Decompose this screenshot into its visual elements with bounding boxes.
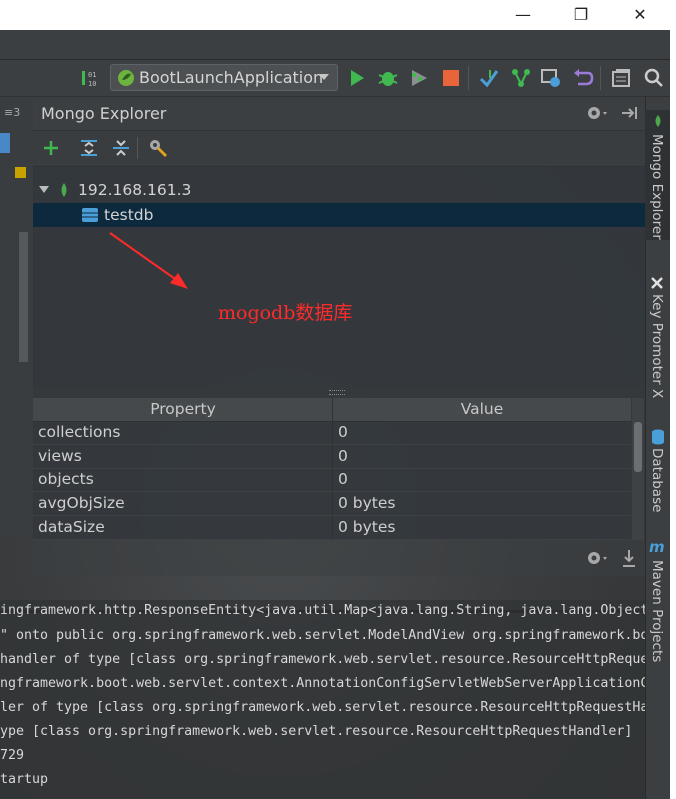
hide-icon[interactable] [619,103,639,127]
structure-icon[interactable] [610,67,632,89]
tab-key-promoter[interactable]: Key Promoter X [645,272,670,399]
build-icon[interactable]: 01 10 [80,67,102,89]
chevron-down-icon [319,74,329,80]
settings-icon[interactable] [147,137,169,163]
minimize-button[interactable]: — [500,0,546,30]
left-tab-label[interactable]: ≡3 [4,106,20,119]
search-icon[interactable] [643,67,665,89]
annotation-text: mogodb数据库 [218,302,353,324]
panel-title: Mongo Explorer [41,104,167,123]
console-line: ingframework.http.ResponseEntity<java.ut… [0,603,649,618]
download-icon[interactable] [621,548,637,572]
revert-icon[interactable] [572,67,594,89]
annotation-arrow [109,232,188,289]
table-row[interactable]: collections 0 [33,421,631,445]
column-header-value[interactable]: Value [333,400,631,418]
server-label: 192.168.161.3 [78,181,192,199]
table-row[interactable]: dataSize 0 bytes [33,516,631,540]
expand-all-icon[interactable] [79,138,99,162]
property-key: objects [38,470,94,488]
console-line: ngframework.boot.web.servlet.context.Ann… [0,676,649,691]
panel-header: Mongo Explorer [33,97,645,131]
left-strip-scrollbar[interactable] [19,232,28,362]
gear-icon[interactable] [585,548,609,572]
window-edge [670,30,676,799]
property-key: collections [38,423,121,441]
spring-boot-icon [118,70,134,86]
left-tool-strip: ≡3 [0,97,34,537]
splitter-grip [329,390,345,395]
console-output: ingframework.http.ResponseEntity<java.ut… [0,600,649,799]
database-icon [81,207,99,227]
left-strip-marker [0,133,10,153]
git-commit-icon[interactable] [510,67,532,89]
tree-node-database[interactable]: testdb [33,203,645,227]
table-scrollbar-thumb[interactable] [634,422,642,472]
console-line: " onto public org.springframework.web.se… [0,628,649,643]
property-value: 0 bytes [338,518,396,536]
panel-toolbar [33,131,645,167]
maven-icon: m [649,538,665,556]
close-button[interactable]: ✕ [617,0,663,30]
panel-splitter[interactable] [33,388,645,396]
add-icon[interactable] [41,138,61,162]
stop-icon[interactable] [440,67,462,89]
run-configuration-select[interactable]: BootLaunchApplication [110,64,338,91]
console-line: 729 [0,748,25,763]
mongo-leaf-icon [653,114,663,132]
table-row[interactable]: avgObjSize 0 bytes [33,492,631,516]
tab-label: Maven Projects [649,560,665,663]
run-icon[interactable] [346,67,368,89]
coverage-icon[interactable] [408,67,430,89]
restore-button[interactable]: ❐ [558,0,604,30]
tab-label: Key Promoter X [649,294,665,399]
history-icon[interactable] [540,67,562,89]
database-label: testdb [104,206,154,224]
toolbar-separator [137,137,138,159]
property-value: 0 [338,423,348,441]
tab-maven-projects[interactable]: m Maven Projects [645,538,670,663]
debug-icon[interactable] [377,67,399,89]
mongo-leaf-icon [59,182,69,202]
console-line: ype [class org.springframework.web.servl… [0,724,633,739]
property-value: 0 bytes [338,494,396,512]
collapse-all-icon[interactable] [111,138,131,162]
gear-icon[interactable] [585,103,609,127]
svg-text:01: 01 [88,71,96,79]
toolbar-separator [468,66,469,90]
tree-node-server[interactable]: 192.168.161.3 [33,178,645,202]
key-promoter-icon [650,276,664,294]
console-line: tartup [0,772,49,787]
tab-label: Database [649,448,665,513]
left-strip-badge [15,167,26,178]
tab-mongo-explorer[interactable]: Mongo Explorer [645,110,670,240]
table-row[interactable]: objects 0 [33,468,631,492]
tab-label: Mongo Explorer [649,134,665,240]
console-line: handler of type [class org.springframewo… [0,652,649,667]
git-update-icon[interactable] [478,67,500,89]
column-header-property[interactable]: Property [33,400,333,418]
tab-database[interactable]: Database [645,426,670,516]
database-icon [651,429,665,449]
chevron-down-icon[interactable] [39,186,49,193]
property-key: avgObjSize [38,494,125,512]
run-config-label: BootLaunchApplication [139,68,324,87]
menu-bar [0,30,676,60]
window-titlebar: — ❐ ✕ [0,0,676,30]
toolbar-separator [600,66,601,90]
svg-text:10: 10 [88,80,96,88]
panel-footer [33,540,645,576]
table-row[interactable]: views 0 [33,445,631,469]
property-key: dataSize [38,518,105,536]
property-value: 0 [338,470,348,488]
property-value: 0 [338,447,348,465]
console-line: ler of type [class org.springframework.w… [0,700,649,715]
property-key: views [38,447,82,465]
